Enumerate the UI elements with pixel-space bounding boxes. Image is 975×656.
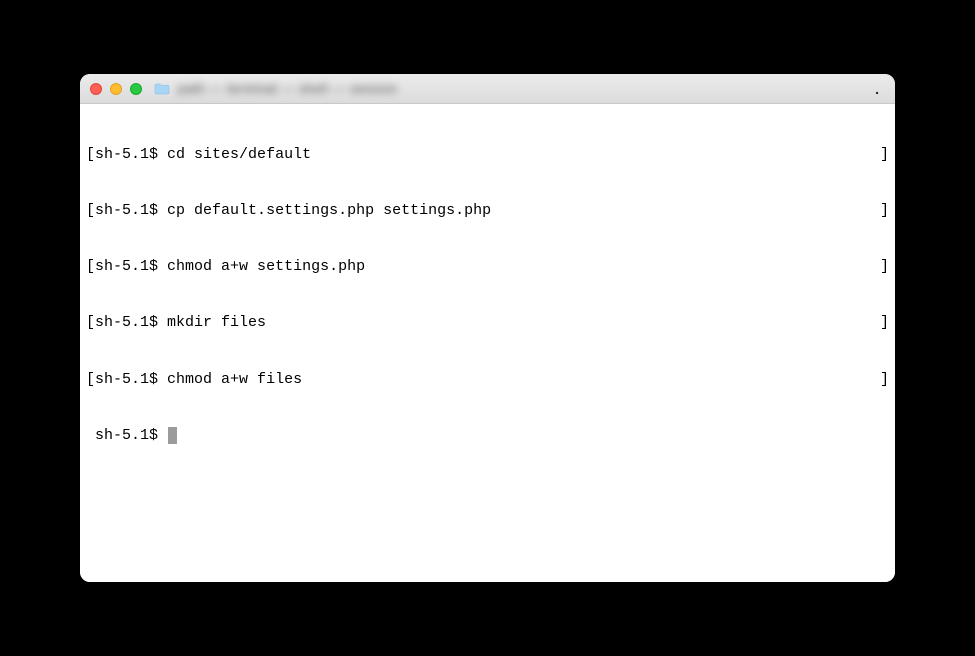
terminal-line: [sh-5.1$ cp default.settings.php setting… — [86, 202, 889, 221]
minimize-button[interactable] — [110, 83, 122, 95]
window-title-trailing: . — [875, 81, 885, 97]
prompt-right-bracket: ] — [880, 258, 889, 277]
prompt-right-bracket: ] — [880, 202, 889, 221]
terminal-current-line: sh-5.1$ — [86, 427, 889, 446]
prompt-right-bracket: ] — [880, 146, 889, 165]
close-button[interactable] — [90, 83, 102, 95]
prompt-left-bracket: [ — [86, 371, 95, 388]
prompt-left-bracket: [ — [86, 202, 95, 219]
prompt: sh-5.1$ — [95, 202, 158, 219]
terminal-line: [sh-5.1$ cd sites/default] — [86, 146, 889, 165]
prompt: sh-5.1$ — [95, 146, 158, 163]
window-title: path — terminal — shell — session — [178, 81, 867, 96]
command-text: cp default.settings.php settings.php — [167, 202, 491, 219]
command-text: cd sites/default — [167, 146, 311, 163]
command-text: chmod a+w settings.php — [167, 258, 365, 275]
terminal-body[interactable]: [sh-5.1$ cd sites/default] [sh-5.1$ cp d… — [80, 104, 895, 582]
prompt-left-bracket: [ — [86, 146, 95, 163]
terminal-window: path — terminal — shell — session . [sh-… — [80, 74, 895, 582]
terminal-line: [sh-5.1$ mkdir files] — [86, 314, 889, 333]
command-text: chmod a+w files — [167, 371, 302, 388]
traffic-lights — [90, 83, 142, 95]
prompt-left-bracket: [ — [86, 258, 95, 275]
prompt: sh-5.1$ — [95, 258, 158, 275]
folder-icon — [154, 83, 170, 95]
prompt: sh-5.1$ — [95, 371, 158, 388]
prompt-right-bracket: ] — [880, 371, 889, 390]
prompt: sh-5.1$ — [95, 314, 158, 331]
maximize-button[interactable] — [130, 83, 142, 95]
prompt-right-bracket: ] — [880, 314, 889, 333]
prompt: sh-5.1$ — [95, 427, 167, 444]
command-text: mkdir files — [167, 314, 266, 331]
terminal-line: [sh-5.1$ chmod a+w settings.php] — [86, 258, 889, 277]
prompt-left-bracket: [ — [86, 314, 95, 331]
cursor — [168, 427, 177, 444]
window-titlebar[interactable]: path — terminal — shell — session . — [80, 74, 895, 104]
terminal-line: [sh-5.1$ chmod a+w files] — [86, 371, 889, 390]
